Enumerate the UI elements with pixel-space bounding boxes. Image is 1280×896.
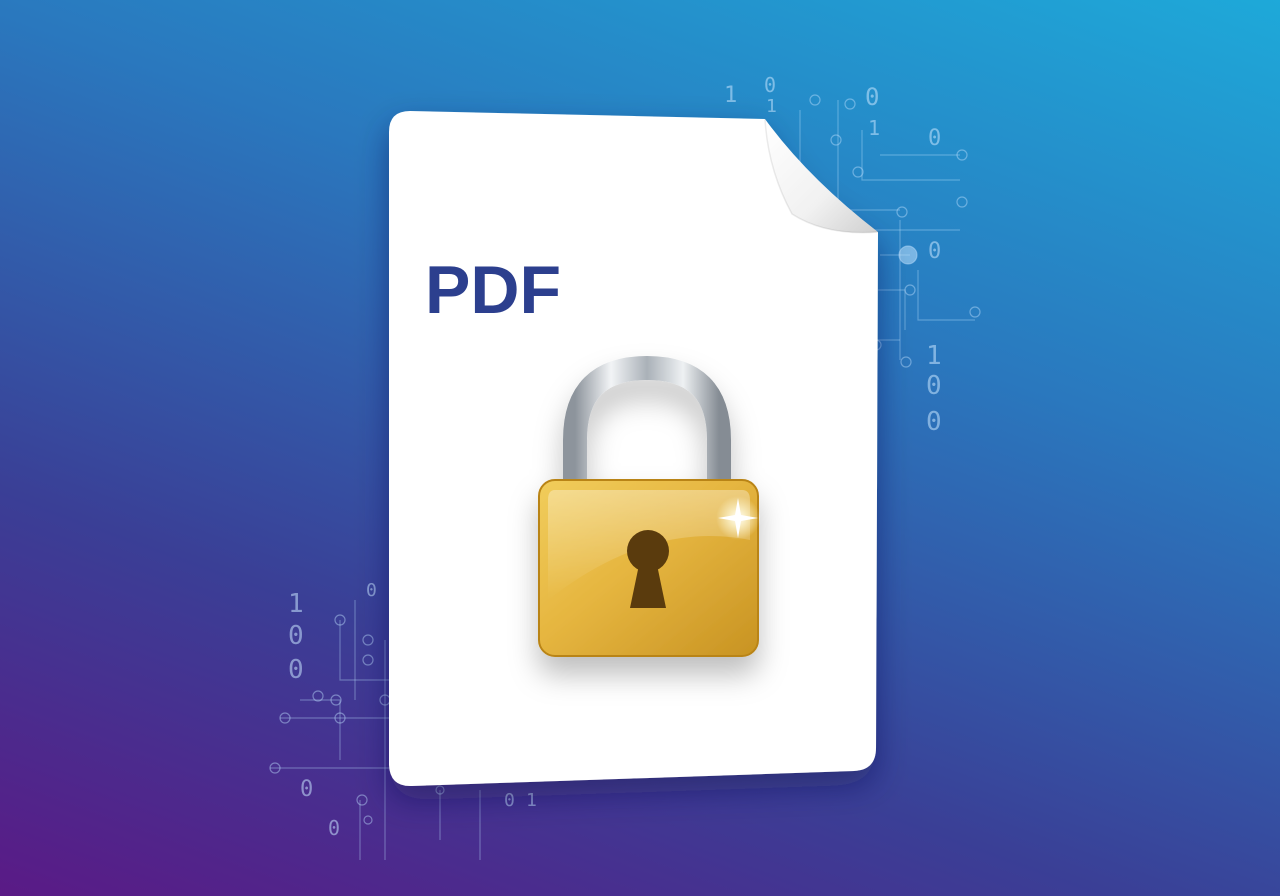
binary-digit: 0 (504, 790, 515, 811)
binary-digit: 0 (928, 239, 941, 264)
binary-digit: 1 (766, 96, 777, 117)
binary-digit: 0 (865, 83, 879, 111)
binary-digit: 0 (926, 407, 942, 437)
pdf-label: PDF (425, 252, 561, 328)
binary-digit: 0 (926, 371, 942, 401)
binary-digit: 0 (764, 73, 776, 97)
binary-digit: 0 (928, 126, 941, 151)
binary-digit: 1 (724, 83, 737, 108)
binary-digit: 1 (526, 790, 537, 811)
binary-digit: 0 (288, 655, 304, 685)
binary-digit: 1 (288, 589, 304, 619)
binary-digit: 0 (288, 621, 304, 651)
binary-digit: 0 (300, 777, 313, 802)
binary-digit: 1 (926, 341, 942, 371)
binary-digit: 0 (366, 580, 377, 601)
pdf-lock-illustration: 1 0 1 0 0 0 1 1 0 0 1 0 0 0 0 0 1 0 PDF (269, 73, 981, 860)
binary-digit: 1 (868, 116, 880, 140)
binary-digit: 0 (328, 816, 340, 840)
